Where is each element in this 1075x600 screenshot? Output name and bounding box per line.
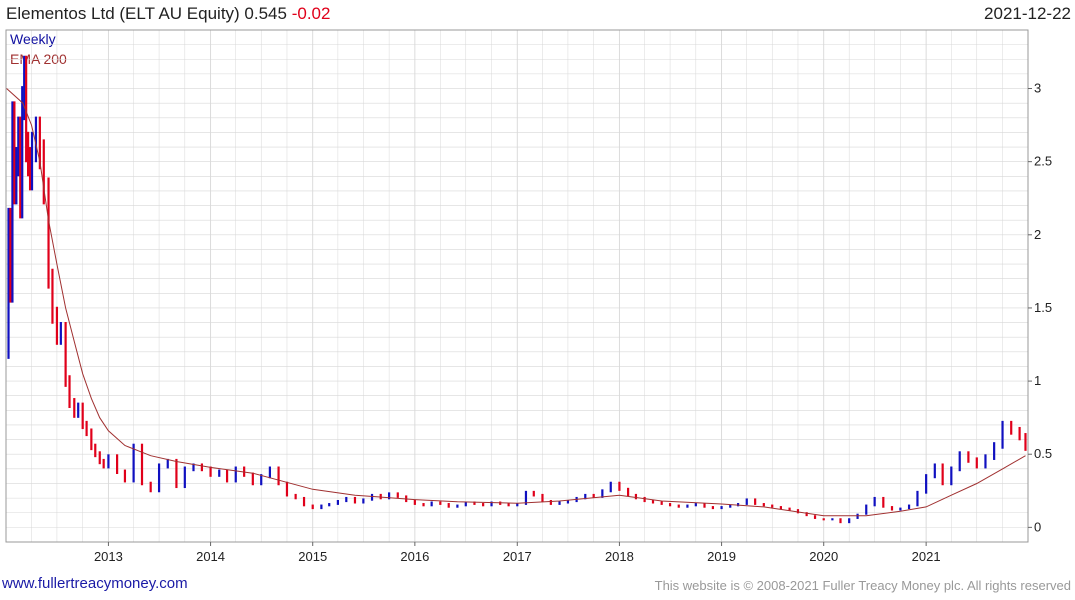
y-tick-label: 1 bbox=[1034, 373, 1041, 388]
x-tick-label: 2014 bbox=[196, 549, 225, 564]
x-tick-label: 2020 bbox=[809, 549, 838, 564]
x-tick-label: 2015 bbox=[298, 549, 327, 564]
x-tick-label: 2017 bbox=[503, 549, 532, 564]
y-tick-label: 1.5 bbox=[1034, 300, 1052, 315]
x-tick-label: 2019 bbox=[707, 549, 736, 564]
y-tick-label: 2 bbox=[1034, 227, 1041, 242]
y-tick-label: 0.5 bbox=[1034, 446, 1052, 461]
x-tick-label: 2016 bbox=[400, 549, 429, 564]
copyright-text: This website is © 2008-2021 Fuller Treac… bbox=[654, 578, 1071, 593]
x-axis: 2013 2014 2015 2016 2017 2018 2019 2020 2021 bbox=[94, 542, 941, 564]
y-tick-label: 0 bbox=[1034, 519, 1041, 534]
y-axis: 0 0.5 1 1.5 2 2.5 3 bbox=[1028, 81, 1052, 534]
x-tick-label: 2013 bbox=[94, 549, 123, 564]
price-chart: 00.511.522.53 2013 2014 2015 2016 2017 2018 20… bbox=[5, 29, 1052, 564]
y-tick-label: 2.5 bbox=[1034, 154, 1052, 169]
x-tick-label: 2018 bbox=[605, 549, 634, 564]
x-tick-label: 2021 bbox=[912, 549, 941, 564]
site-link[interactable]: www.fullertreacymoney.com bbox=[2, 575, 188, 592]
y-tick-label: 3 bbox=[1034, 81, 1041, 96]
ema-line bbox=[6, 88, 1026, 517]
